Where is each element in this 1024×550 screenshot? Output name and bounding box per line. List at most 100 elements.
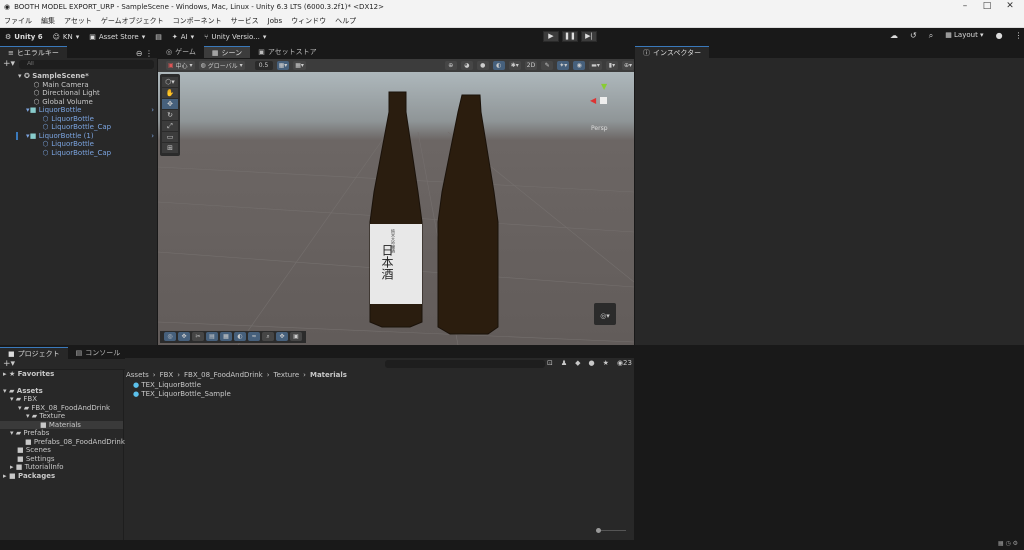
tool-icon[interactable]: ▤ bbox=[206, 332, 218, 341]
tool-icon[interactable]: ✥ bbox=[276, 332, 288, 341]
package-icon[interactable]: ▤ bbox=[155, 33, 162, 41]
tree-item[interactable]: ▾ ▰ FBX bbox=[0, 395, 123, 404]
file-item[interactable]: ● TEX_LiquorBottle_Sample bbox=[133, 390, 231, 399]
hand-tool-icon[interactable]: ✋ bbox=[162, 88, 178, 98]
tree-item[interactable]: ▾ ▰ FBX_08_FoodAndDrink bbox=[0, 404, 123, 413]
step-button[interactable]: ▶| bbox=[581, 31, 597, 42]
scene-viewport[interactable]: 純米大吟醸酒 日本酒 ⬡▾ ✋ ✥ ↻ ⤢ ▭ ⊞ ▼ ◀ Persp ◎▾ ◎… bbox=[158, 72, 634, 345]
snap-input[interactable]: 0.5 bbox=[254, 61, 273, 70]
tree-item[interactable]: ▸ ■ TutorialInfo bbox=[0, 463, 123, 472]
close-button[interactable]: ✕ bbox=[1000, 1, 1020, 11]
list-item[interactable]: ⬡ Global Volume bbox=[0, 98, 157, 107]
rect-tool-icon[interactable]: ▭ bbox=[162, 132, 178, 142]
tree-item[interactable]: ■ Scenes bbox=[0, 446, 123, 455]
list-item[interactable]: ▾■ LiquorBottle › bbox=[0, 106, 157, 115]
tab-inspector[interactable]: ⓘ インスペクター bbox=[635, 46, 710, 58]
shaded-icon[interactable]: ● bbox=[476, 61, 489, 70]
search-icon[interactable]: ⌕ bbox=[929, 31, 933, 41]
list-item[interactable]: ⬡ LiquorBottle_Cap bbox=[0, 123, 157, 132]
ai-button[interactable]: ✦ AI ▾ bbox=[172, 33, 194, 41]
project-search-input[interactable] bbox=[385, 360, 545, 368]
chevron-right-icon[interactable]: › bbox=[151, 106, 154, 115]
history-icon[interactable]: ↺ bbox=[910, 31, 917, 41]
list-item[interactable]: ⬡ LiquorBottle_Cap bbox=[0, 149, 157, 158]
orientation-dropdown[interactable]: ⊕▾ bbox=[621, 61, 634, 70]
list-item[interactable]: ▾■ LiquorBottle (1) › bbox=[16, 131, 157, 141]
maximize-button[interactable]: □ bbox=[977, 1, 997, 11]
chevron-right-icon[interactable]: › bbox=[151, 132, 154, 141]
gizmos-dropdown[interactable]: ▮▾ bbox=[605, 61, 618, 70]
tree-item[interactable]: ■ Settings bbox=[0, 455, 123, 464]
hierarchy-search-input[interactable] bbox=[19, 59, 154, 69]
lighting-toggle[interactable]: ✎ bbox=[541, 61, 554, 70]
collapse-icon[interactable]: ⬡▾ bbox=[162, 77, 178, 87]
version-control-button[interactable]: ⑂ Unity Versio... ▾ bbox=[204, 33, 266, 41]
add-button[interactable]: +▾ bbox=[3, 59, 15, 69]
space-dropdown[interactable]: ◍ グローバル ▾ bbox=[198, 61, 245, 70]
hidden-count[interactable]: ◉23 bbox=[617, 359, 632, 367]
asset-store-button[interactable]: ▣ Asset Store ▾ bbox=[89, 33, 145, 41]
menu-gameobject[interactable]: ゲームオブジェクト bbox=[101, 16, 164, 26]
lit-icon[interactable]: ◐ bbox=[492, 61, 505, 70]
layout-dropdown[interactable]: ▦ Layout ▾ bbox=[945, 31, 983, 41]
wireframe-icon[interactable]: ⊕ bbox=[444, 61, 457, 70]
tool-icon[interactable]: ✂ bbox=[192, 332, 204, 341]
bottle-right[interactable] bbox=[437, 94, 499, 335]
bottle-left[interactable] bbox=[369, 91, 423, 328]
debug-icon[interactable]: ✱▾ bbox=[508, 61, 521, 70]
list-item[interactable]: ⬡ LiquorBottle bbox=[0, 115, 157, 124]
menu-window[interactable]: ウィンドウ bbox=[291, 16, 326, 26]
shaded-wire-icon[interactable]: ◕ bbox=[460, 61, 473, 70]
minimize-button[interactable]: – bbox=[955, 1, 975, 11]
tool-icon[interactable]: ◐ bbox=[234, 332, 246, 341]
rotate-tool-icon[interactable]: ↻ bbox=[162, 110, 178, 120]
breadcrumb-item[interactable]: FBX_08_FoodAndDrink bbox=[184, 371, 263, 379]
menu-jobs[interactable]: Jobs bbox=[268, 17, 282, 25]
pause-button[interactable]: ❚❚ bbox=[562, 31, 578, 42]
tab-hierarchy[interactable]: ≡ ヒエラルキー bbox=[0, 46, 67, 58]
tree-item[interactable]: ▾ ▰ Assets bbox=[0, 387, 123, 396]
tool-icon[interactable]: ⌕ bbox=[262, 332, 274, 341]
tree-item[interactable]: ■ Prefabs_08_FoodAndDrink bbox=[0, 438, 125, 447]
overlay-menu-button[interactable]: ◎▾ bbox=[594, 303, 616, 325]
more-icon[interactable]: ⋮ bbox=[1015, 31, 1023, 41]
unity-button[interactable]: ⚙ Unity 6 bbox=[5, 33, 43, 41]
tool-icon[interactable]: ✥ bbox=[178, 332, 190, 341]
help-icon[interactable]: ● bbox=[996, 31, 1003, 41]
breadcrumb-item[interactable]: Texture bbox=[274, 371, 300, 379]
menu-assets[interactable]: アセット bbox=[64, 16, 92, 26]
tree-item[interactable]: ▾ ▰ Texture bbox=[0, 412, 123, 421]
menu-help[interactable]: ヘルプ bbox=[335, 16, 356, 26]
file-item[interactable]: ● TEX_LiquorBottle bbox=[133, 381, 231, 390]
tab-project[interactable]: ■ プロジェクト bbox=[0, 347, 68, 359]
grid-button[interactable]: ▦▾ bbox=[293, 61, 306, 70]
favorite-star-icon[interactable]: ★ bbox=[603, 359, 609, 367]
filter-type-icon[interactable]: ♟ bbox=[561, 359, 567, 367]
lock-icon[interactable]: ⊖ ⋮ bbox=[136, 49, 157, 58]
list-item[interactable]: ⬡ LiquorBottle bbox=[0, 140, 157, 149]
move-tool-icon[interactable]: ✥ bbox=[162, 99, 178, 109]
2d-toggle[interactable]: 2D bbox=[524, 61, 538, 70]
filter-scene-icon[interactable]: ⊡ bbox=[547, 359, 553, 367]
list-item[interactable]: ⬡ Main Camera bbox=[0, 81, 157, 90]
favorites-item[interactable]: ▸ ★ Favorites bbox=[0, 370, 123, 379]
pivot-dropdown[interactable]: ▣ 中心 ▾ bbox=[166, 61, 195, 70]
breadcrumb-item[interactable]: Assets bbox=[126, 371, 149, 379]
tree-item[interactable]: ▸ ■ Packages bbox=[0, 472, 123, 481]
tool-icon[interactable]: ▣ bbox=[290, 332, 302, 341]
breadcrumb-item[interactable]: FBX bbox=[160, 371, 174, 379]
persp-label[interactable]: Persp bbox=[591, 125, 608, 132]
visibility-icon[interactable]: ◉ bbox=[573, 61, 586, 70]
play-button[interactable]: ▶ bbox=[543, 31, 559, 42]
tool-icon[interactable]: ≈ bbox=[248, 332, 260, 341]
tab-game[interactable]: ◎ ゲーム bbox=[158, 46, 204, 58]
orientation-gizmo[interactable]: ▼ ◀ bbox=[588, 80, 618, 120]
camera-dropdown[interactable]: ▬▾ bbox=[589, 61, 602, 70]
breadcrumb-item[interactable]: Materials bbox=[310, 371, 347, 379]
scale-tool-icon[interactable]: ⤢ bbox=[162, 121, 178, 131]
tab-asset-store[interactable]: ▣ アセットストア bbox=[250, 46, 325, 58]
menu-services[interactable]: サービス bbox=[231, 16, 259, 26]
account-button[interactable]: ☺ KN ▾ bbox=[53, 33, 80, 41]
tool-icon[interactable]: ◎ bbox=[164, 332, 176, 341]
tree-item[interactable]: ■ Materials bbox=[0, 420, 123, 429]
